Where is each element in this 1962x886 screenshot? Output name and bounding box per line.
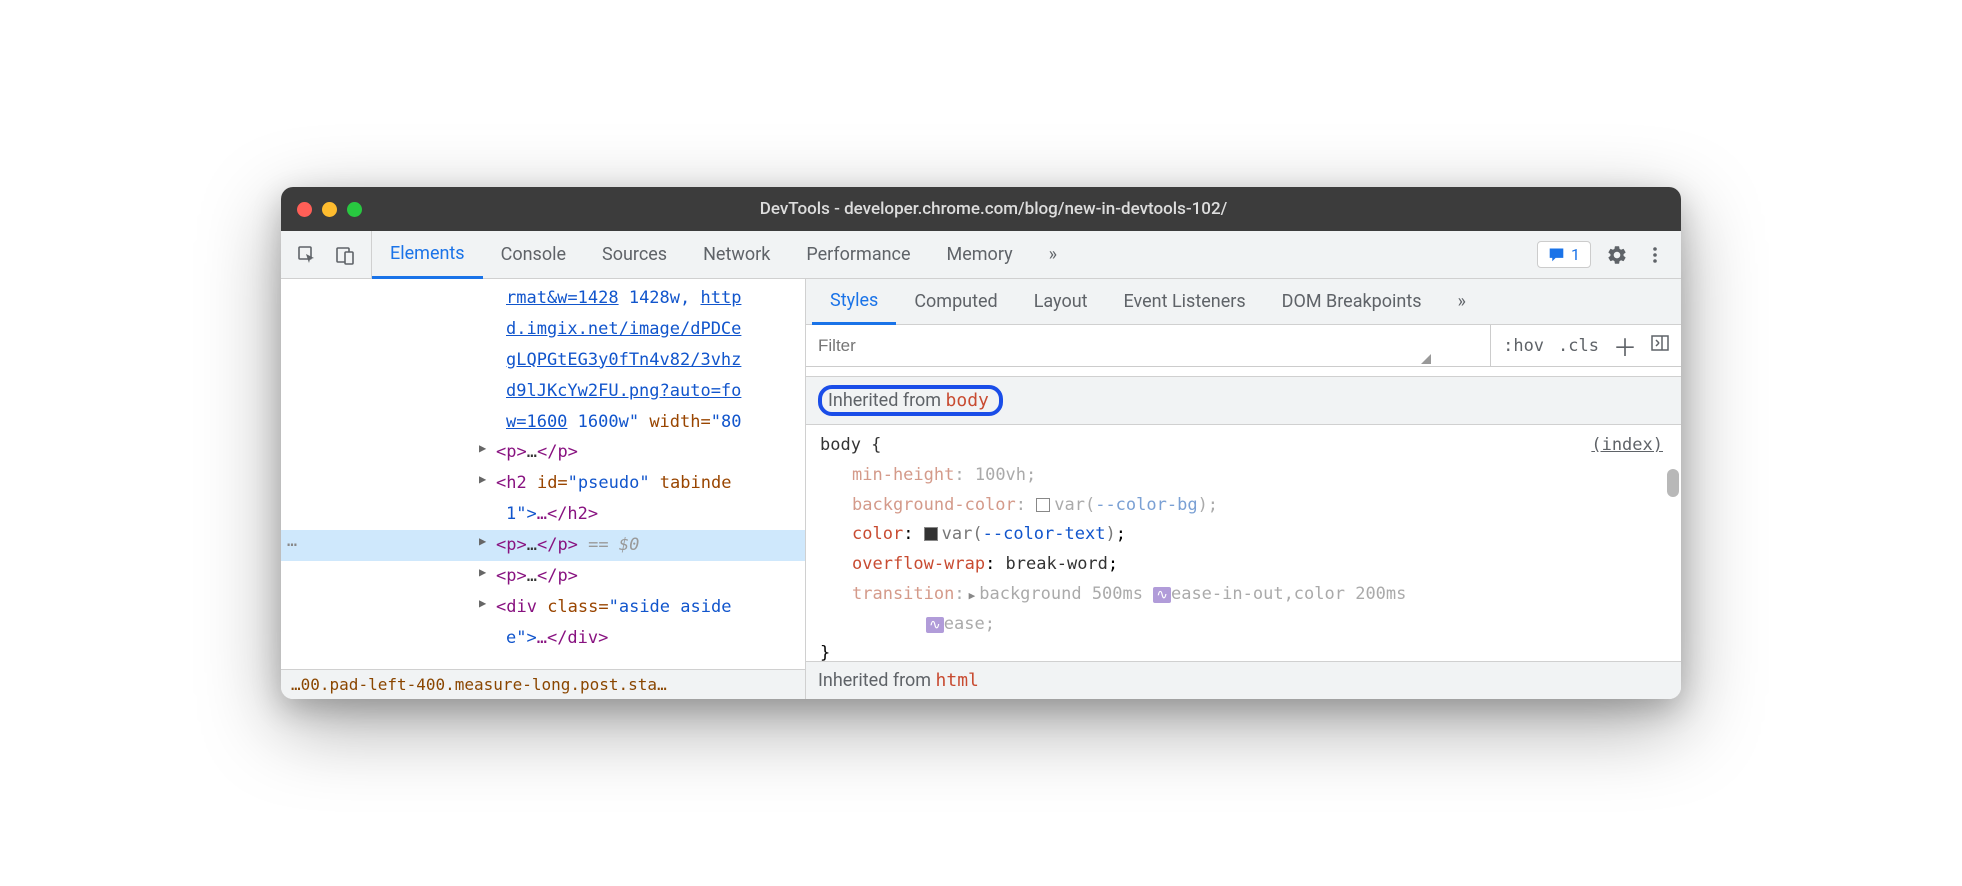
tab-sources[interactable]: Sources (584, 231, 685, 278)
css-property[interactable]: background-color: var(--color-bg); (806, 491, 1681, 521)
css-property[interactable]: overflow-wrap: break-word; (806, 550, 1681, 580)
gutter-dots-icon[interactable]: ⋯ (287, 531, 299, 560)
expand-icon[interactable]: ▶ (479, 562, 486, 582)
expand-icon[interactable]: ▶ (479, 469, 486, 489)
sub-tab-dom-breakpoints[interactable]: DOM Breakpoints (1264, 279, 1440, 324)
close-icon[interactable] (297, 202, 312, 217)
computed-sidebar-toggle-icon[interactable] (1651, 334, 1669, 357)
tab-network[interactable]: Network (685, 231, 788, 278)
dom-text[interactable]: w=1600 1600w" width="80 (281, 407, 805, 438)
color-swatch-icon[interactable] (924, 527, 938, 541)
more-tabs-icon[interactable]: » (1031, 231, 1075, 278)
styles-rules[interactable]: (index) body { min-height: 100vh; backgr… (806, 425, 1681, 661)
dom-text[interactable]: gLQPGtEG3y0fTn4v82/3vhz (281, 345, 805, 376)
sub-tab-styles[interactable]: Styles (812, 280, 896, 325)
dom-node-p[interactable]: ▶<p>…</p> (281, 561, 805, 592)
resize-handle-icon[interactable] (1421, 354, 1431, 364)
window-title: DevTools - developer.chrome.com/blog/new… (322, 199, 1665, 219)
hov-toggle[interactable]: :hov (1503, 336, 1544, 356)
device-toggle-icon[interactable] (333, 243, 357, 267)
css-property[interactable]: color: var(--color-text); (806, 520, 1681, 550)
filter-bar: :hov .cls ＋ (806, 325, 1681, 367)
issues-badge[interactable]: 1 (1537, 241, 1591, 268)
expand-icon[interactable]: ▶ (479, 593, 486, 613)
breadcrumb[interactable]: … 00.pad-left-400.measure-long.post.sta … (281, 669, 805, 699)
kebab-menu-icon[interactable] (1643, 243, 1667, 267)
content-area: rmat&w=1428 1428w, http d.imgix.net/imag… (281, 279, 1681, 699)
dom-text[interactable]: d.imgix.net/image/dPDCe (281, 314, 805, 345)
dom-node-h2[interactable]: 1">…</h2> (281, 499, 805, 530)
dom-node-h2[interactable]: ▶<h2 id="pseudo" tabinde (281, 468, 805, 499)
bezier-icon[interactable]: ∿ (926, 617, 944, 633)
tab-console[interactable]: Console (483, 231, 584, 278)
settings-icon[interactable] (1605, 243, 1629, 267)
styles-panel: Styles Computed Layout Event Listeners D… (806, 279, 1681, 699)
titlebar: DevTools - developer.chrome.com/blog/new… (281, 187, 1681, 231)
css-property-cont[interactable]: ∿ease; (806, 610, 1681, 640)
cls-toggle[interactable]: .cls (1558, 336, 1599, 356)
main-toolbar: Elements Console Sources Network Perform… (281, 231, 1681, 279)
dom-node-div[interactable]: e">…</div> (281, 623, 805, 654)
inherited-separator[interactable]: Inherited from body (806, 377, 1681, 425)
expand-icon[interactable]: ▶ (969, 589, 976, 602)
sub-tab-event-listeners[interactable]: Event Listeners (1106, 279, 1264, 324)
tab-memory[interactable]: Memory (929, 231, 1031, 278)
panel-tabs: Elements Console Sources Network Perform… (372, 231, 1523, 278)
sub-tab-layout[interactable]: Layout (1016, 279, 1106, 324)
css-property[interactable]: transition:▶background 500ms ∿ease-in-ou… (806, 580, 1681, 610)
dom-node-div[interactable]: ▶<div class="aside aside (281, 592, 805, 623)
css-property[interactable]: min-height: 100vh; (806, 461, 1681, 491)
new-rule-icon[interactable]: ＋ (1613, 328, 1637, 363)
rule-close: } (806, 639, 1681, 661)
dom-panel: rmat&w=1428 1428w, http d.imgix.net/imag… (281, 279, 806, 699)
dom-node-p[interactable]: ▶<p>…</p> (281, 437, 805, 468)
scrollbar-thumb[interactable] (1667, 469, 1679, 497)
dom-text[interactable]: d9lJKcYw2FU.png?auto=fo (281, 376, 805, 407)
tab-elements[interactable]: Elements (372, 232, 483, 279)
tab-performance[interactable]: Performance (788, 231, 928, 278)
expand-icon[interactable]: ▶ (479, 438, 486, 458)
rule-source-link[interactable]: (index) (1591, 431, 1663, 461)
devtools-window: DevTools - developer.chrome.com/blog/new… (281, 187, 1681, 699)
more-sub-tabs-icon[interactable]: » (1440, 279, 1484, 324)
dom-tree[interactable]: rmat&w=1428 1428w, http d.imgix.net/imag… (281, 279, 805, 669)
inherited-separator[interactable]: Inherited from html (806, 661, 1681, 699)
message-icon (1548, 246, 1565, 263)
sub-tab-computed[interactable]: Computed (896, 279, 1015, 324)
annotation-highlight: Inherited from body (818, 385, 1003, 416)
rule-selector[interactable]: body { (820, 435, 881, 455)
styles-sub-tabs: Styles Computed Layout Event Listeners D… (806, 279, 1681, 325)
filter-input[interactable] (806, 325, 1491, 366)
expand-icon[interactable]: ▶ (479, 531, 486, 551)
color-swatch-icon[interactable] (1036, 498, 1050, 512)
dom-node-selected[interactable]: ⋯▶<p>…</p> == $0 (281, 530, 805, 561)
dom-text[interactable]: rmat&w=1428 1428w, http (281, 283, 805, 314)
inspect-icon[interactable] (295, 243, 319, 267)
bezier-icon[interactable]: ∿ (1153, 587, 1171, 603)
